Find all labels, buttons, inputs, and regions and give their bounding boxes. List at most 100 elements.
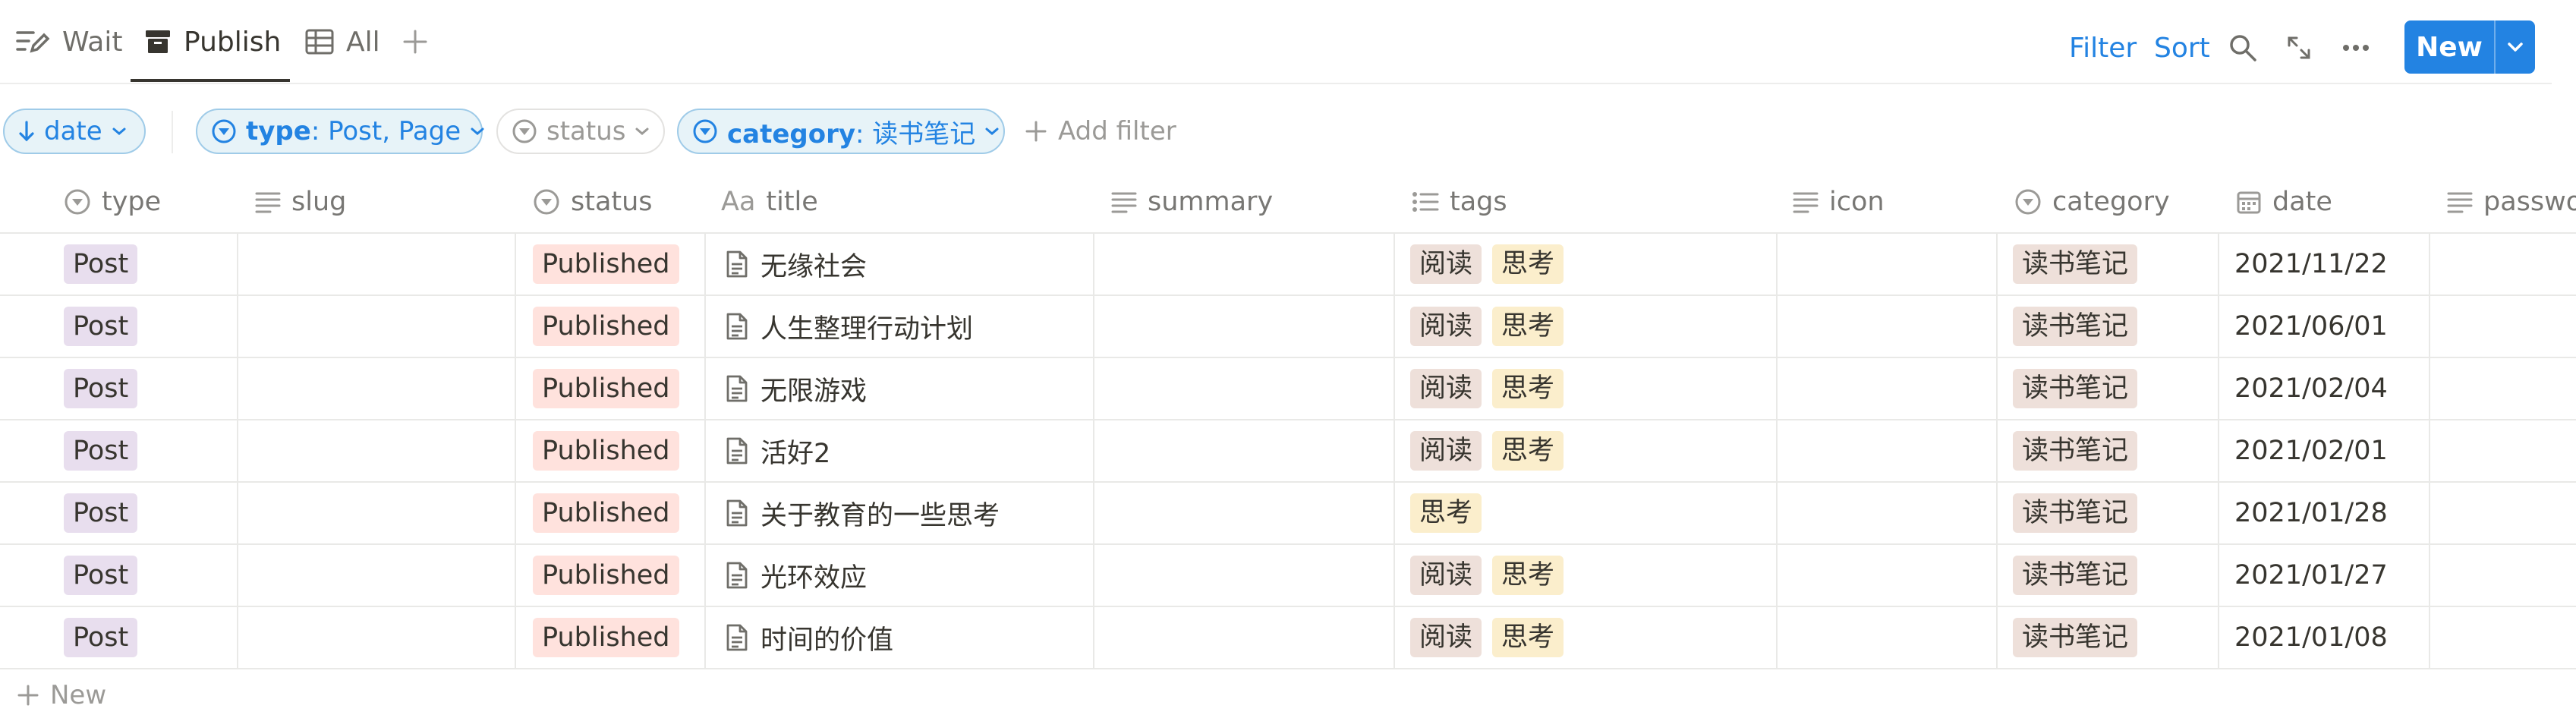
status-cell[interactable]: Published	[533, 295, 704, 357]
column-header-summary[interactable]: summary	[1111, 172, 1273, 232]
icon-cell[interactable]	[1776, 295, 1996, 357]
type-cell[interactable]: Post	[64, 420, 237, 482]
type-cell[interactable]: Post	[64, 606, 237, 669]
status-cell[interactable]: Published	[533, 233, 704, 295]
new-button[interactable]: New	[2404, 20, 2535, 74]
summary-cell[interactable]	[1093, 606, 1393, 669]
icon-cell[interactable]	[1776, 357, 1996, 420]
title-cell[interactable]: 光环效应	[726, 544, 1093, 606]
column-header-date[interactable]: date	[2236, 172, 2332, 232]
type-cell[interactable]: Post	[64, 295, 237, 357]
table-row[interactable]: Post Published 无缘社会 阅读 思考 读书笔记 2021/11/22	[0, 233, 2576, 295]
column-header-type[interactable]: type	[64, 172, 161, 232]
category-filter-pill[interactable]: category: 读书笔记	[677, 109, 1005, 154]
title-cell[interactable]: 活好2	[726, 420, 1093, 482]
status-filter-pill[interactable]: status	[496, 109, 665, 154]
tags-cell[interactable]: 阅读 思考	[1410, 606, 1776, 669]
title-cell[interactable]: 关于教育的一些思考	[726, 482, 1093, 544]
status-cell[interactable]: Published	[533, 482, 704, 544]
icon-cell[interactable]	[1776, 544, 1996, 606]
category-cell[interactable]: 读书笔记	[2013, 544, 2218, 606]
type-cell[interactable]: Post	[64, 482, 237, 544]
date-cell[interactable]: 2021/06/01	[2234, 295, 2429, 357]
add-view-button[interactable]	[402, 0, 428, 83]
slug-cell[interactable]	[237, 544, 515, 606]
summary-cell[interactable]	[1093, 295, 1393, 357]
summary-cell[interactable]	[1093, 357, 1393, 420]
type-filter-pill[interactable]: type: Post, Page	[196, 109, 484, 154]
icon-cell[interactable]	[1776, 233, 1996, 295]
icon-cell[interactable]	[1776, 606, 1996, 669]
table-row[interactable]: Post Published 关于教育的一些思考 思考 读书笔记 2021/01/28	[0, 482, 2576, 544]
slug-cell[interactable]	[237, 482, 515, 544]
tags-cell[interactable]: 思考	[1410, 482, 1776, 544]
tab-wait[interactable]: Wait	[15, 0, 122, 83]
password-cell[interactable]	[2430, 295, 2576, 357]
status-cell[interactable]: Published	[533, 420, 704, 482]
icon-cell[interactable]	[1776, 420, 1996, 482]
summary-cell[interactable]	[1093, 544, 1393, 606]
column-header-status[interactable]: status	[533, 172, 653, 232]
column-header-title[interactable]: Aa title	[721, 172, 818, 232]
tags-cell[interactable]: 阅读 思考	[1410, 420, 1776, 482]
column-header-category[interactable]: category	[2014, 172, 2170, 232]
title-text[interactable]: 无限游戏	[761, 370, 867, 408]
type-cell[interactable]: Post	[64, 544, 237, 606]
slug-cell[interactable]	[237, 420, 515, 482]
table-row[interactable]: Post Published 无限游戏 阅读 思考 读书笔记 2021/02/04	[0, 357, 2576, 420]
title-text[interactable]: 人生整理行动计划	[761, 307, 973, 346]
table-row[interactable]: Post Published 人生整理行动计划 阅读 思考 读书笔记 2021/06/01	[0, 295, 2576, 357]
password-cell[interactable]	[2430, 482, 2576, 544]
table-row[interactable]: Post Published 光环效应 阅读 思考 读书笔记 2021/01/27	[0, 544, 2576, 606]
title-text[interactable]: 无缘社会	[761, 245, 867, 284]
category-cell[interactable]: 读书笔记	[2013, 233, 2218, 295]
filter-button[interactable]: Filter	[2069, 0, 2137, 96]
expand-button[interactable]	[2286, 0, 2312, 96]
column-header-icon[interactable]: icon	[1793, 172, 1885, 232]
date-cell[interactable]: 2021/01/27	[2234, 544, 2429, 606]
tags-cell[interactable]: 阅读 思考	[1410, 233, 1776, 295]
column-header-tags[interactable]: tags	[1412, 172, 1507, 232]
title-text[interactable]: 关于教育的一些思考	[761, 494, 1000, 533]
type-cell[interactable]: Post	[64, 233, 237, 295]
password-cell[interactable]	[2430, 233, 2576, 295]
table-row[interactable]: Post Published 时间的价值 阅读 思考 读书笔记 2021/01/08	[0, 606, 2576, 669]
title-text[interactable]: 时间的价值	[761, 619, 893, 657]
status-cell[interactable]: Published	[533, 606, 704, 669]
category-cell[interactable]: 读书笔记	[2013, 482, 2218, 544]
tags-cell[interactable]: 阅读 思考	[1410, 544, 1776, 606]
title-cell[interactable]: 人生整理行动计划	[726, 295, 1093, 357]
tab-publish[interactable]: Publish	[144, 0, 281, 83]
category-cell[interactable]: 读书笔记	[2013, 357, 2218, 420]
icon-cell[interactable]	[1776, 482, 1996, 544]
title-cell[interactable]: 无限游戏	[726, 357, 1093, 420]
add-row-button[interactable]: New	[17, 680, 106, 710]
slug-cell[interactable]	[237, 606, 515, 669]
slug-cell[interactable]	[237, 233, 515, 295]
date-cell[interactable]: 2021/02/04	[2234, 357, 2429, 420]
summary-cell[interactable]	[1093, 482, 1393, 544]
column-header-password[interactable]: passwo	[2447, 172, 2576, 232]
tags-cell[interactable]: 阅读 思考	[1410, 295, 1776, 357]
search-button[interactable]	[2228, 0, 2257, 96]
category-cell[interactable]: 读书笔记	[2013, 295, 2218, 357]
tags-cell[interactable]: 阅读 思考	[1410, 357, 1776, 420]
password-cell[interactable]	[2430, 357, 2576, 420]
summary-cell[interactable]	[1093, 233, 1393, 295]
slug-cell[interactable]	[237, 295, 515, 357]
add-filter-button[interactable]: Add filter	[1025, 109, 1176, 154]
date-cell[interactable]: 2021/02/01	[2234, 420, 2429, 482]
category-cell[interactable]: 读书笔记	[2013, 420, 2218, 482]
table-row[interactable]: Post Published 活好2 阅读 思考 读书笔记 2021/02/01	[0, 420, 2576, 482]
sort-button[interactable]: Sort	[2154, 0, 2210, 96]
sort-date-pill[interactable]: date	[3, 109, 146, 154]
date-cell[interactable]: 2021/11/22	[2234, 233, 2429, 295]
title-cell[interactable]: 无缘社会	[726, 233, 1093, 295]
category-cell[interactable]: 读书笔记	[2013, 606, 2218, 669]
more-options-button[interactable]	[2342, 0, 2370, 96]
new-dropdown-chevron[interactable]	[2496, 42, 2535, 52]
status-cell[interactable]: Published	[533, 357, 704, 420]
status-cell[interactable]: Published	[533, 544, 704, 606]
password-cell[interactable]	[2430, 420, 2576, 482]
password-cell[interactable]	[2430, 544, 2576, 606]
